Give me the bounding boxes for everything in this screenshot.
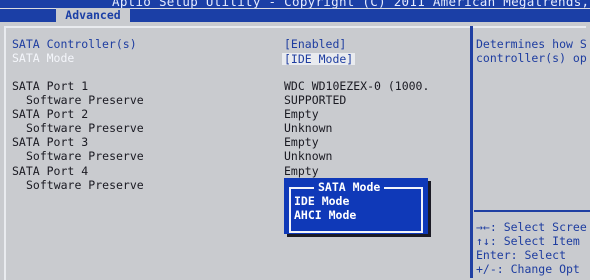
setting-label-sata-port-2: SATA Port 2 [12, 107, 89, 121]
setting-label-sata-port-3: SATA Port 3 [12, 135, 89, 149]
help-key-change-option: +/-: Change Opt [476, 262, 580, 276]
title-bar: Aptio Setup Utility - Copyright (C) 2011… [0, 0, 590, 22]
setting-value-sata-port-2: Empty [284, 107, 319, 121]
tab-edge-left [0, 8, 56, 9]
setting-value-software-preserve-2: Unknown [284, 121, 333, 135]
help-separator [474, 210, 590, 212]
setting-value-sata-port-1: WDC WD10EZEX-0 (1000. [284, 79, 430, 93]
popup-title: SATA Mode [314, 180, 385, 194]
setting-label-sata-port-4: SATA Port 4 [12, 164, 89, 178]
help-key-select-screen: →←: Select Scree [476, 220, 587, 234]
help-key-select-item: ↑↓: Select Item [476, 234, 580, 248]
sata-mode-popup: SATA Mode IDE Mode AHCI Mode [284, 178, 428, 234]
setting-value-sata-controller[interactable]: [Enabled] [284, 38, 346, 51]
setting-value-software-preserve-1: SUPPORTED [284, 93, 347, 107]
help-description-line-2: controller(s) op [476, 51, 587, 65]
help-description-line-1: Determines how S [476, 37, 587, 51]
setting-label-software-preserve-1: Software Preserve [26, 93, 144, 107]
tab-edge-right [130, 8, 590, 9]
setting-label-software-preserve-4: Software Preserve [26, 178, 144, 192]
setting-value-sata-port-3: Empty [284, 135, 319, 149]
popup-option-ahci-mode[interactable]: AHCI Mode [294, 209, 356, 222]
setting-label-sata-mode: SATA Mode [12, 51, 75, 65]
popup-option-ide-mode[interactable]: IDE Mode [294, 195, 349, 208]
help-key-enter-select: Enter: Select [476, 248, 567, 262]
title-text: Aptio Setup Utility - Copyright (C) 2011… [112, 0, 590, 9]
setting-label-sata-port-1: SATA Port 1 [12, 79, 89, 93]
setting-label-software-preserve-2: Software Preserve [26, 121, 144, 135]
help-divider [470, 26, 473, 278]
setting-label-software-preserve-3: Software Preserve [26, 149, 144, 163]
setting-value-sata-port-4: Empty [284, 164, 319, 178]
setting-label-sata-controller: SATA Controller(s) [12, 37, 137, 51]
setting-value-sata-mode[interactable]: [IDE Mode] [282, 53, 356, 65]
tab-advanced[interactable]: Advanced [56, 8, 130, 22]
setting-value-software-preserve-3: Unknown [284, 149, 333, 163]
